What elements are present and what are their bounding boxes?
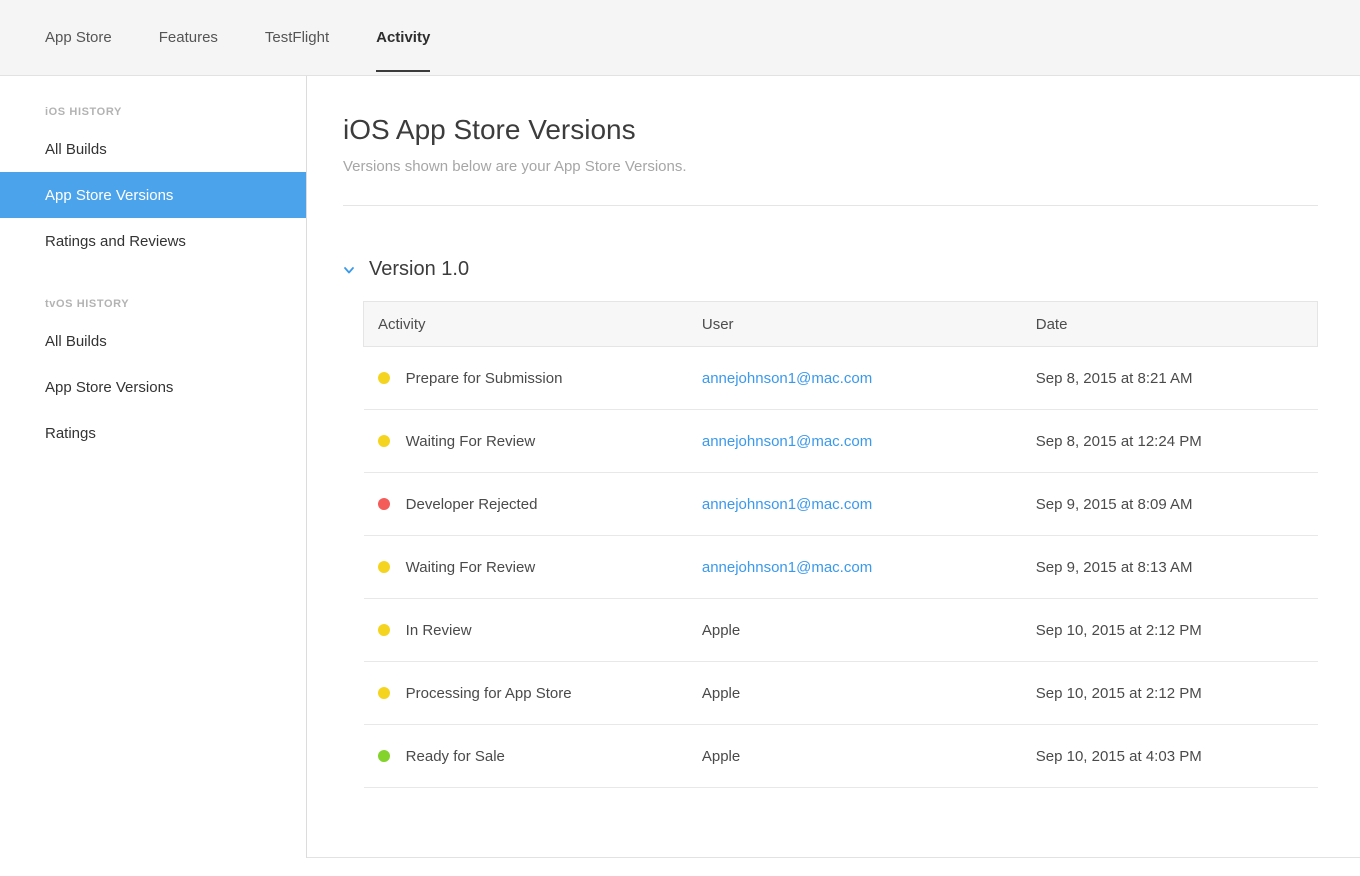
sidebar-section-header: tvOS HISTORY (0, 298, 306, 318)
sidebar-item-label: Ratings and Reviews (45, 233, 186, 250)
sidebar: iOS HISTORY All Builds App Store Versions… (0, 76, 307, 858)
activity-label: Prepare for Submission (406, 370, 563, 387)
table-row: Ready for Sale Apple Sep 10, 2015 at 4:0… (364, 725, 1318, 788)
sidebar-item-all-builds[interactable]: All Builds (0, 126, 306, 172)
column-header-date: Date (1022, 302, 1318, 347)
activity-table: Activity User Date Prepare for Submissio… (363, 301, 1318, 788)
tab-label: Features (159, 29, 218, 46)
tab-features[interactable]: Features (159, 0, 218, 75)
date-cell: Sep 9, 2015 at 8:09 AM (1022, 473, 1318, 536)
activity-cell: In Review (364, 599, 688, 662)
tab-label: TestFlight (265, 29, 329, 46)
user-cell: Apple (688, 599, 1022, 662)
table-row: Developer Rejected annejohnson1@mac.com … (364, 473, 1318, 536)
tab-label: Activity (376, 29, 430, 46)
activity-label: Processing for App Store (406, 685, 572, 702)
sidebar-item-label: App Store Versions (45, 187, 173, 204)
activity-table-body: Prepare for Submission annejohnson1@mac.… (364, 347, 1318, 788)
date-cell: Sep 10, 2015 at 2:12 PM (1022, 662, 1318, 725)
user-cell: annejohnson1@mac.com (688, 473, 1022, 536)
top-navigation: App Store Features TestFlight Activity (0, 0, 1360, 76)
version-title: Version 1.0 (369, 258, 469, 281)
activity-table-wrap: Activity User Date Prepare for Submissio… (363, 301, 1318, 788)
tab-activity[interactable]: Activity (376, 0, 430, 75)
sidebar-section-items: All Builds App Store Versions Ratings (0, 318, 306, 456)
date-cell: Sep 10, 2015 at 2:12 PM (1022, 599, 1318, 662)
tab-app-store[interactable]: App Store (45, 0, 112, 75)
sidebar-item-label: All Builds (45, 333, 107, 350)
activity-label: Ready for Sale (406, 748, 505, 765)
user-email-link[interactable]: annejohnson1@mac.com (702, 433, 872, 450)
version-section-header: Version 1.0 (343, 258, 1318, 281)
main-content: iOS App Store Versions Versions shown be… (307, 76, 1360, 858)
tab-label: App Store (45, 29, 112, 46)
table-row: Processing for App Store Apple Sep 10, 2… (364, 662, 1318, 725)
sidebar-item-ratings-and-reviews[interactable]: Ratings and Reviews (0, 218, 306, 264)
activity-label: Developer Rejected (406, 496, 538, 513)
user-email-link[interactable]: annejohnson1@mac.com (702, 496, 872, 513)
activity-cell: Prepare for Submission (364, 347, 688, 410)
user-cell: annejohnson1@mac.com (688, 536, 1022, 599)
date-cell: Sep 10, 2015 at 4:03 PM (1022, 725, 1318, 788)
column-header-activity: Activity (364, 302, 688, 347)
user-name: Apple (702, 748, 740, 765)
status-dot-yellow-icon (378, 687, 390, 699)
date-cell: Sep 8, 2015 at 12:24 PM (1022, 410, 1318, 473)
sidebar-item-label: All Builds (45, 141, 107, 158)
sidebar-item-app-store-versions[interactable]: App Store Versions (0, 364, 306, 410)
sidebar-item-ratings[interactable]: Ratings (0, 410, 306, 456)
user-email-link[interactable]: annejohnson1@mac.com (702, 370, 872, 387)
sidebar-section-header: iOS HISTORY (0, 106, 306, 126)
sidebar-item-all-builds[interactable]: All Builds (0, 318, 306, 364)
activity-cell: Developer Rejected (364, 473, 688, 536)
activity-cell: Waiting For Review (364, 410, 688, 473)
header-divider (343, 205, 1318, 206)
sidebar-section-items: All Builds App Store Versions Ratings and … (0, 126, 306, 264)
status-dot-red-icon (378, 498, 390, 510)
activity-label: Waiting For Review (406, 433, 535, 450)
date-cell: Sep 8, 2015 at 8:21 AM (1022, 347, 1318, 410)
status-dot-green-icon (378, 750, 390, 762)
status-dot-yellow-icon (378, 624, 390, 636)
table-row: Waiting For Review annejohnson1@mac.com … (364, 410, 1318, 473)
date-cell: Sep 9, 2015 at 8:13 AM (1022, 536, 1318, 599)
status-dot-yellow-icon (378, 372, 390, 384)
table-row: In Review Apple Sep 10, 2015 at 2:12 PM (364, 599, 1318, 662)
user-cell: Apple (688, 662, 1022, 725)
sidebar-item-label: Ratings (45, 425, 96, 442)
activity-cell: Waiting For Review (364, 536, 688, 599)
activity-cell: Processing for App Store (364, 662, 688, 725)
page-title: iOS App Store Versions (343, 114, 1318, 146)
status-dot-yellow-icon (378, 561, 390, 573)
status-dot-yellow-icon (378, 435, 390, 447)
user-name: Apple (702, 685, 740, 702)
table-row: Waiting For Review annejohnson1@mac.com … (364, 536, 1318, 599)
user-cell: annejohnson1@mac.com (688, 347, 1022, 410)
user-cell: annejohnson1@mac.com (688, 410, 1022, 473)
sidebar-section: iOS HISTORY All Builds App Store Versions… (0, 106, 306, 264)
chevron-down-icon[interactable] (343, 264, 355, 276)
sidebar-section: tvOS HISTORY All Builds App Store Version… (0, 298, 306, 456)
sidebar-item-app-store-versions[interactable]: App Store Versions (0, 172, 306, 218)
user-name: Apple (702, 622, 740, 639)
page-subtitle: Versions shown below are your App Store … (343, 158, 1318, 175)
tab-testflight[interactable]: TestFlight (265, 0, 329, 75)
activity-label: In Review (406, 622, 472, 639)
sidebar-item-label: App Store Versions (45, 379, 173, 396)
table-header-row: Activity User Date (364, 302, 1318, 347)
activity-cell: Ready for Sale (364, 725, 688, 788)
user-cell: Apple (688, 725, 1022, 788)
activity-label: Waiting For Review (406, 559, 535, 576)
table-row: Prepare for Submission annejohnson1@mac.… (364, 347, 1318, 410)
content-row: iOS HISTORY All Builds App Store Versions… (0, 76, 1360, 858)
top-tabs: App Store Features TestFlight Activity (45, 0, 430, 75)
user-email-link[interactable]: annejohnson1@mac.com (702, 559, 872, 576)
column-header-user: User (688, 302, 1022, 347)
